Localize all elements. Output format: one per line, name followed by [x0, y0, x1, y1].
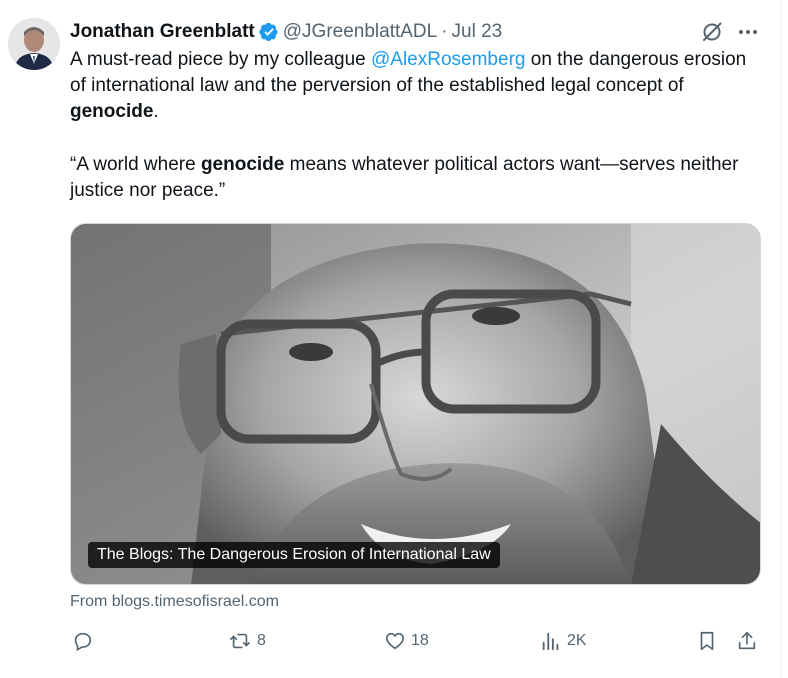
like-count: 18 [411, 632, 429, 649]
more-icon[interactable] [737, 21, 759, 43]
link-card-image[interactable]: The Blogs: The Dangerous Erosion of Inte… [70, 223, 761, 585]
bold-term: genocide [70, 101, 154, 122]
tweet-text: A must-read piece by my colleague @AlexR… [70, 47, 760, 204]
retweet-icon [230, 633, 250, 649]
share-button[interactable] [736, 626, 758, 656]
link-card-title: The Blogs: The Dangerous Erosion of Inte… [88, 542, 500, 568]
views-button[interactable]: 2K [540, 626, 587, 656]
author-handle[interactable]: @JGreenblattADL [283, 21, 437, 43]
views-icon [542, 632, 559, 651]
text-segment: A must-read piece by my colleague [70, 49, 371, 70]
text-segment: . [153, 101, 159, 122]
reply-button[interactable] [72, 626, 99, 656]
bold-term: genocide [200, 154, 285, 175]
text-segment: “A world where [70, 154, 201, 175]
tweet-paragraph-1: A must-read piece by my colleague @AlexR… [70, 47, 760, 125]
grok-icon[interactable] [700, 20, 724, 44]
tweet-date[interactable]: Jul 23 [452, 21, 503, 43]
tweet-paragraph-2: “A world where genocide means whatever p… [70, 152, 760, 204]
retweet-button[interactable]: 8 [228, 626, 266, 656]
retweet-count: 8 [257, 632, 266, 649]
share-icon [738, 631, 756, 650]
views-count: 2K [567, 632, 587, 649]
like-button[interactable]: 18 [384, 626, 429, 656]
like-icon [386, 632, 404, 650]
link-source[interactable]: From blogs.timesofisrael.com [70, 591, 279, 613]
bookmark-button[interactable] [696, 626, 718, 656]
reply-icon [74, 632, 92, 652]
bookmark-icon [700, 631, 714, 651]
tweet-header: Jonathan Greenblatt @JGreenblattADL · Ju… [70, 20, 502, 44]
separator: · [441, 21, 448, 42]
timeline-border [781, 0, 782, 678]
mention-link[interactable]: @AlexRosemberg [371, 49, 525, 70]
verified-badge-icon[interactable] [259, 22, 279, 42]
author-name[interactable]: Jonathan Greenblatt [70, 21, 255, 43]
avatar[interactable] [8, 18, 60, 70]
